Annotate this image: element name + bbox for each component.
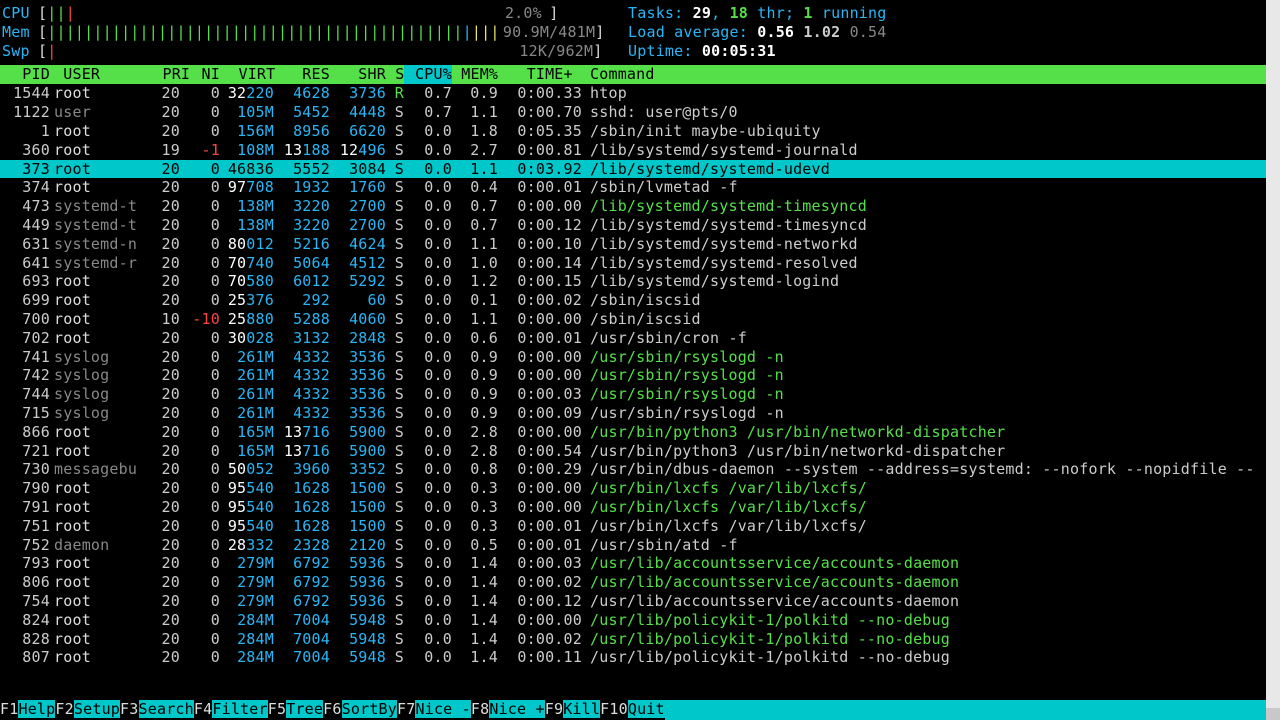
col-c-time[interactable]: TIME+ [498,65,582,84]
process-row[interactable]: 631systemd-n2008001252164624S0.01.10:00.… [0,235,1280,254]
process-row[interactable]: 702root2003002831322848S0.00.60:00.01/us… [0,329,1280,348]
process-row[interactable]: 744syslog200261M43323536S0.00.90:00.03/u… [0,385,1280,404]
col-c-pri[interactable]: PRI [144,65,180,84]
process-row[interactable]: 806root200279M67925936S0.01.40:00.02/usr… [0,573,1280,592]
mem-label: Mem [2,23,38,42]
process-row[interactable]: 1122user200105M54524448S0.71.10:00.70ssh… [0,103,1280,122]
col-c-cmd[interactable]: Command [582,65,1280,84]
process-row[interactable]: 742syslog200261M43323536S0.00.90:00.00/u… [0,366,1280,385]
process-row[interactable]: 807root200284M70045948S0.01.40:00.11/usr… [0,648,1280,667]
process-row[interactable]: 828root200284M70045948S0.01.40:00.02/usr… [0,630,1280,649]
process-row[interactable]: 752daemon2002833223282120S0.00.50:00.01/… [0,536,1280,555]
fkey-f8[interactable]: F8Nice + [471,700,545,720]
process-row[interactable]: 374root2009770819321760S0.00.40:00.01/sb… [0,178,1280,197]
process-row[interactable]: 790root2009554016281500S0.00.30:00.00/us… [0,479,1280,498]
process-row[interactable]: 715syslog200261M43323536S0.00.90:00.09/u… [0,404,1280,423]
fkey-f6[interactable]: F6SortBy [323,700,397,720]
fkey-f5[interactable]: F5Tree [268,700,323,720]
col-c-virt[interactable]: VIRT [220,65,274,84]
process-row[interactable]: 741syslog200261M43323536S0.00.90:00.00/u… [0,348,1280,367]
cpu-bar: |||2.0% [47,4,549,23]
process-row[interactable]: 473systemd-t200138M32202700S0.00.70:00.0… [0,197,1280,216]
col-c-s[interactable]: S [386,65,404,84]
swp-label: Swp [2,42,38,61]
header-stats: Tasks: 29, 18 thr; 1 running Load averag… [628,4,887,60]
process-row[interactable]: 791root2009554016281500S0.00.30:00.00/us… [0,498,1280,517]
process-row[interactable]: 699root2002537629260S0.00.10:00.02/sbin/… [0,291,1280,310]
process-row[interactable]: 360root19-1108M1318812496S0.02.70:00.81/… [0,141,1280,160]
process-row[interactable]: 700root10-102588052884060S0.01.10:00.00/… [0,310,1280,329]
col-c-ni[interactable]: NI [180,65,220,84]
mem-bar: ||||||||||||||||||||||||||||||||||||||||… [47,23,495,42]
col-c-res[interactable]: RES [274,65,330,84]
process-row[interactable]: 730messagebu2005005239603352S0.00.80:00.… [0,460,1280,479]
fkey-f2[interactable]: F2Setup [55,700,120,720]
process-row[interactable]: 641systemd-r2007074050644512S0.01.00:00.… [0,254,1280,273]
process-row[interactable]: 373root2004683655523084S0.01.10:03.92/li… [0,160,1280,179]
fkey-f9[interactable]: F9Kill [545,700,600,720]
fkey-f4[interactable]: F4Filter [194,700,268,720]
col-c-shr[interactable]: SHR [330,65,386,84]
fkey-f7[interactable]: F7Nice - [397,700,471,720]
column-header[interactable]: PID USER PRI NI VIRT RES SHR S CPU% MEM%… [0,65,1280,84]
process-row[interactable]: 721root200165M137165900S0.02.80:00.54/us… [0,442,1280,461]
process-row[interactable]: 793root200279M67925936S0.01.40:00.03/usr… [0,554,1280,573]
process-row[interactable]: 866root200165M137165900S0.02.80:00.00/us… [0,423,1280,442]
process-row[interactable]: 693root2007058060125292S0.01.20:00.15/li… [0,272,1280,291]
fkey-f10[interactable]: F10Quit [600,700,665,720]
process-row[interactable]: 751root2009554016281500S0.00.30:00.01/us… [0,517,1280,536]
process-row[interactable]: 824root200284M70045948S0.01.40:00.00/usr… [0,611,1280,630]
swp-bar: | [47,42,503,61]
process-row[interactable]: 1root200156M89566620S0.01.80:05.35/sbin/… [0,122,1280,141]
col-c-user[interactable]: USER [50,65,144,84]
process-row[interactable]: 1544root2003222046283736R0.70.90:00.33ht… [0,84,1280,103]
process-row[interactable]: 449systemd-t200138M32202700S0.00.70:00.1… [0,216,1280,235]
footer-keys: F1Help F2Setup F3SearchF4FilterF5Tree F6… [0,700,1266,720]
col-c-pid[interactable]: PID [0,65,50,84]
cpu-label: CPU [2,4,38,23]
fkey-f3[interactable]: F3Search [120,700,194,720]
fkey-f1[interactable]: F1Help [0,700,55,720]
process-row[interactable]: 754root200279M67925936S0.01.40:00.12/usr… [0,592,1280,611]
col-c-mem[interactable]: MEM% [452,65,498,84]
col-c-cpu[interactable]: CPU% [404,65,452,84]
scrollbar[interactable] [1266,0,1280,720]
process-list[interactable]: 1544root2003222046283736R0.70.90:00.33ht… [0,84,1280,667]
